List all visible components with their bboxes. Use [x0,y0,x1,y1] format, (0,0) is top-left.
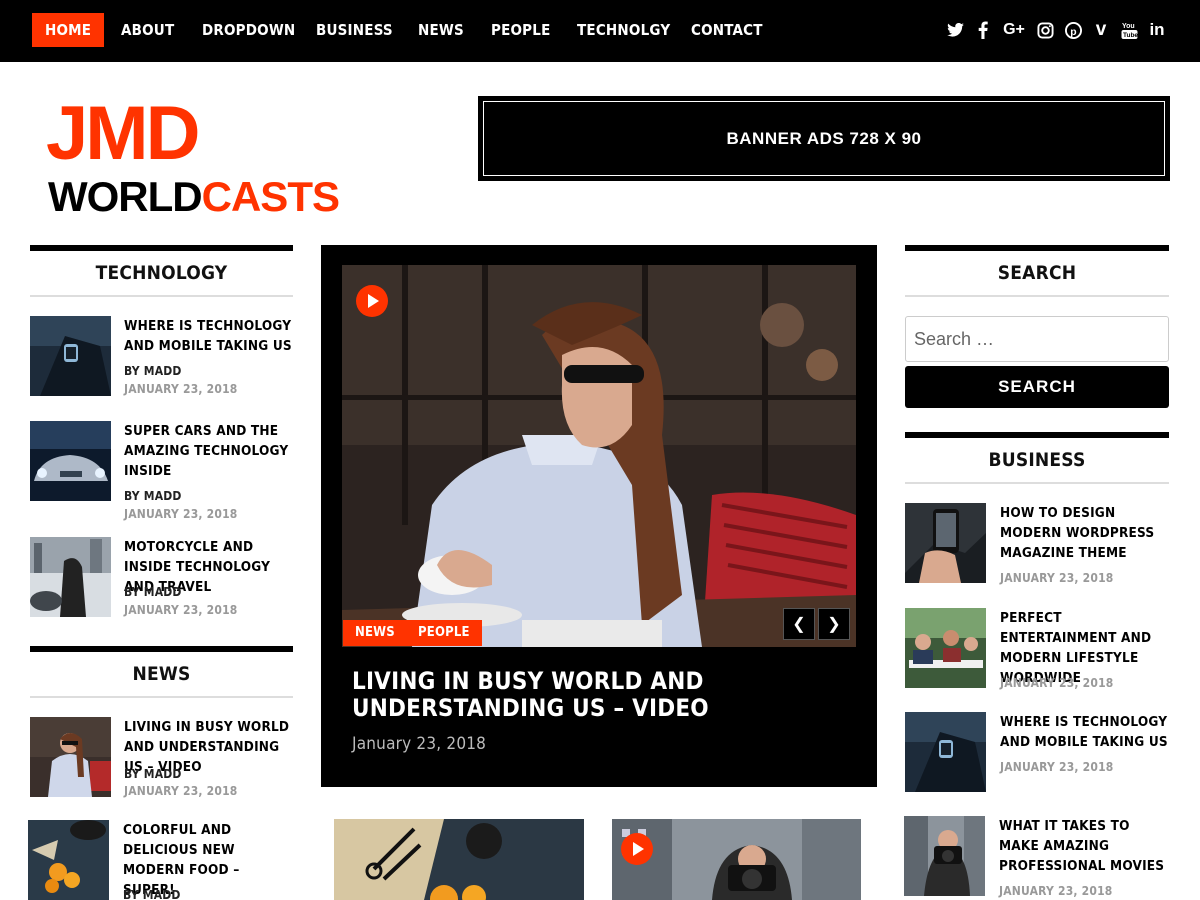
post-title[interactable]: SUPER CARS AND THE AMAZING TECHNOLOGY IN… [124,421,294,481]
site-logo-jmd[interactable]: JMD [46,96,200,172]
site-logo-worldcasts[interactable]: WORLDCASTS [48,173,340,220]
nav-about[interactable]: ABOUT [121,13,174,47]
slider-prev-button[interactable]: ❮ [783,608,815,640]
featured-post-title[interactable]: LIVING IN BUSY WORLD AND UNDERSTANDING U… [352,668,852,722]
post-date: JANUARY 23, 2018 [124,603,238,617]
post-date: JANUARY 23, 2018 [1000,760,1114,774]
banner-ad[interactable]: BANNER ADS 728 X 90 [478,96,1170,181]
post-title[interactable]: WHERE IS TECHNOLOGY AND MOBILE TAKING US [124,316,294,356]
google-plus-icon[interactable]: G+ [1002,20,1026,40]
post-author: BY MADD [124,585,182,599]
post-thumbnail[interactable] [28,820,109,900]
tag-news[interactable]: NEWS [343,620,407,646]
play-icon[interactable] [621,833,653,865]
post-thumbnail[interactable] [334,819,584,900]
nav-dropdown[interactable]: DROPDOWN [202,13,295,47]
post-date: JANUARY 23, 2018 [1000,676,1114,690]
business-widget-title: BUSINESS [905,432,1169,484]
post-thumbnail[interactable] [905,503,986,583]
post-thumbnail[interactable] [612,819,861,900]
post-date: JANUARY 23, 2018 [124,382,238,396]
social-links: G+ p v You Tube in [946,19,1166,40]
nav-business[interactable]: BUSINESS [316,13,393,47]
pinterest-icon[interactable]: p [1064,20,1082,40]
nav-news[interactable]: NEWS [418,13,464,47]
top-navigation: HOME ABOUT DROPDOWN BUSINESS NEWS PEOPLE… [0,0,1200,62]
banner-ad-text: BANNER ADS 728 X 90 [726,128,922,148]
technology-widget-title: TECHNOLOGY [30,245,293,297]
youtube-icon[interactable]: You Tube [1120,20,1138,40]
twitter-icon[interactable] [946,20,964,40]
post-thumbnail[interactable] [904,816,985,896]
post-thumbnail[interactable] [30,316,111,396]
news-widget-title: NEWS [30,646,293,698]
linkedin-icon[interactable]: in [1148,20,1166,40]
svg-text:You: You [1122,23,1135,30]
nav-contact[interactable]: CONTACT [691,13,763,47]
post-title[interactable]: WHERE IS TECHNOLOGY AND MOBILE TAKING US [1000,712,1170,752]
instagram-icon[interactable] [1036,20,1054,40]
svg-text:Tube: Tube [1123,32,1138,39]
post-thumbnail[interactable] [30,421,111,501]
logo-world: WORLD [48,173,203,220]
play-icon[interactable] [356,285,388,317]
slider-next-button[interactable]: ❯ [818,608,850,640]
nav-home[interactable]: HOME [32,13,105,47]
search-widget-title: SEARCH [905,245,1169,297]
logo-casts: CASTS [201,173,340,220]
chevron-right-icon: ❯ [827,616,841,633]
post-date: JANUARY 23, 2018 [1000,571,1114,585]
tag-people[interactable]: PEOPLE [406,620,482,646]
post-author: BY MADD [124,489,182,503]
svg-text:p: p [1070,26,1076,37]
post-date: JANUARY 23, 2018 [124,507,238,521]
post-thumbnail[interactable] [905,712,986,792]
post-title[interactable]: HOW TO DESIGN MODERN WORDPRESS MAGAZINE … [1000,503,1170,563]
nav-technology[interactable]: TECHNOLGY [577,13,670,47]
post-author: BY MADD [124,364,182,378]
search-button[interactable]: SEARCH [905,366,1169,408]
post-thumbnail[interactable] [30,537,111,617]
facebook-icon[interactable] [974,20,992,40]
featured-post-date: January 23, 2018 [352,734,487,754]
featured-image[interactable] [342,265,856,647]
search-input[interactable] [905,316,1169,362]
post-thumbnail[interactable] [30,717,111,797]
post-date: JANUARY 23, 2018 [999,884,1113,898]
post-thumbnail[interactable] [905,608,986,688]
post-title[interactable]: WHAT IT TAKES TO MAKE AMAZING PROFESSION… [999,816,1169,876]
vimeo-icon[interactable]: v [1092,19,1110,40]
post-author: BY MADD [123,888,181,900]
post-date: JANUARY 23, 2018 [124,784,238,798]
nav-people[interactable]: PEOPLE [491,13,551,47]
post-author: BY MADD [124,767,182,781]
chevron-left-icon: ❮ [792,616,806,633]
